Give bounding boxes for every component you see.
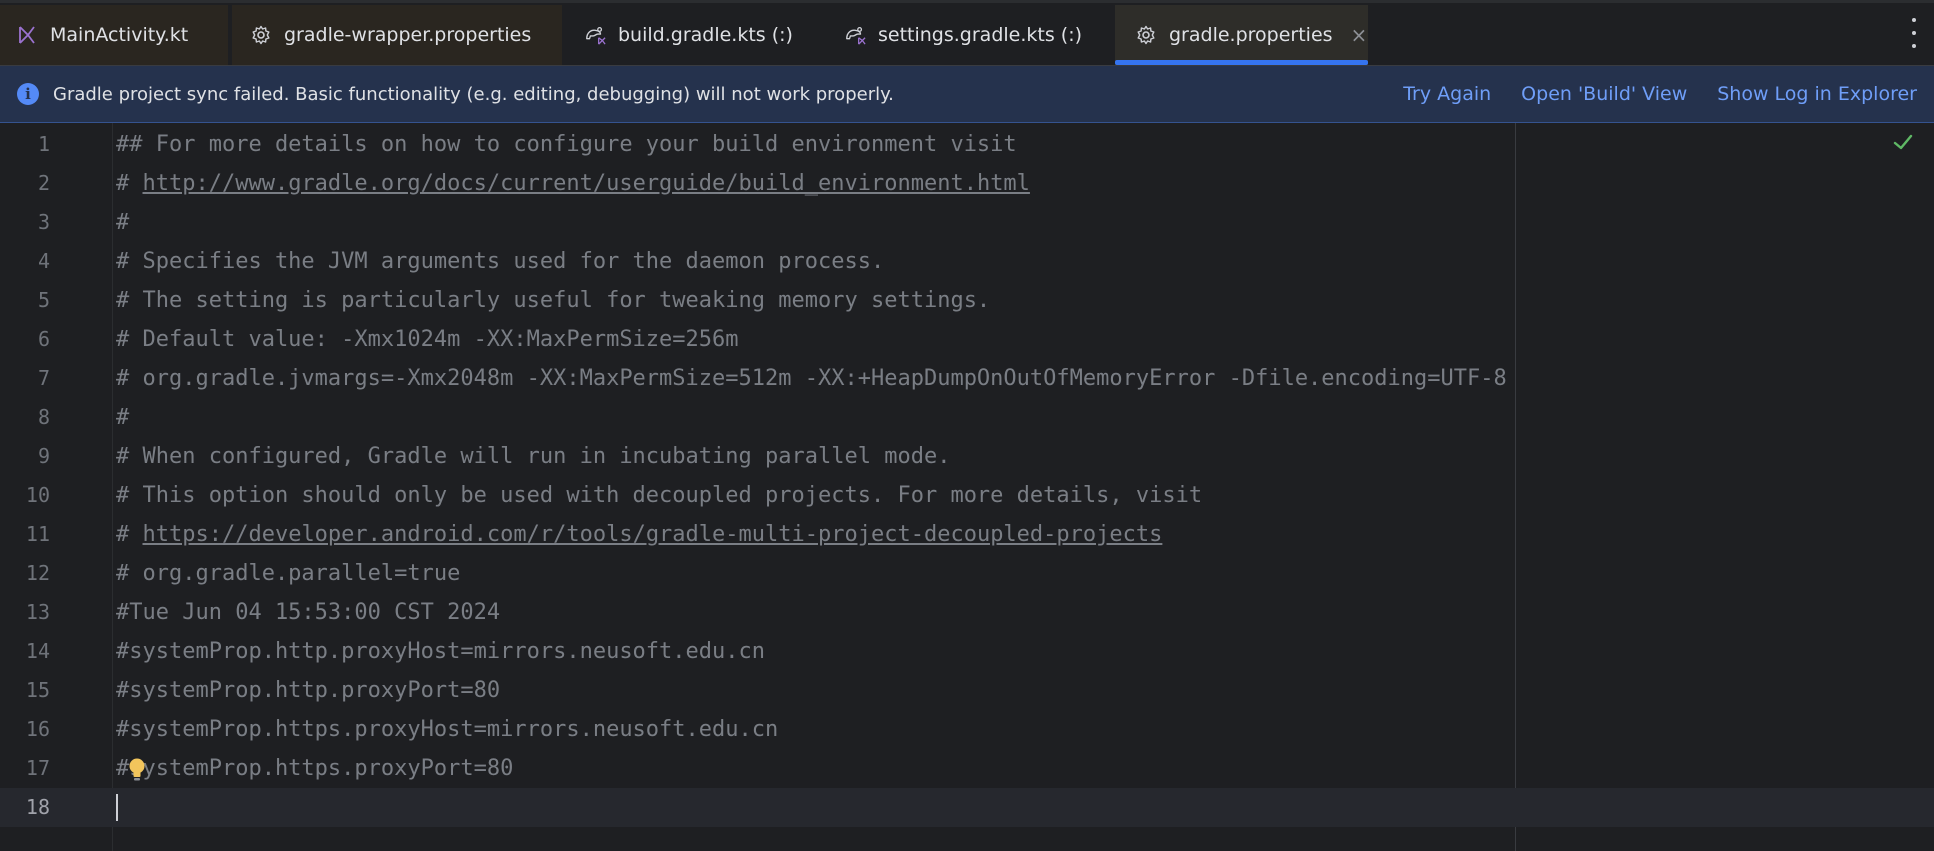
line-text: #Tue Jun 04 15:53:00 CST 2024 (116, 600, 501, 625)
line-number: 5 (37, 288, 50, 312)
gradle-kts-icon (844, 24, 866, 46)
line-number: 2 (37, 171, 50, 195)
tab-label: MainActivity.kt (50, 24, 189, 46)
line-number: 17 (25, 756, 50, 780)
line-text: # http://www.gradle.org/docs/current/use… (116, 164, 1030, 203)
code-line[interactable]: 8 # (0, 398, 1934, 437)
line-text: # org.gradle.parallel=true (116, 561, 461, 586)
line-number: 11 (25, 522, 50, 546)
tab-mainactivity-kt[interactable]: MainActivity.kt (0, 5, 228, 65)
gear-icon (250, 24, 272, 46)
line-number: 18 (25, 795, 50, 819)
line-number: 3 (37, 210, 50, 234)
line-number: 8 (37, 405, 50, 429)
line-text: #systemProp.http.proxyPort=80 (116, 678, 501, 703)
editor-tab-bar: MainActivity.kt gradle-wrapper.propertie… (0, 0, 1934, 66)
window-top-edge (0, 0, 1934, 3)
tab-label: gradle-wrapper.properties (284, 24, 532, 46)
code-line[interactable]: 9 # When configured, Gradle will run in i… (0, 437, 1934, 476)
active-tab-indicator (1115, 60, 1368, 65)
code-line[interactable]: 10 # This option should only be used with… (0, 476, 1934, 515)
line-number: 13 (25, 600, 50, 624)
code-line[interactable]: 4 # Specifies the JVM arguments used for … (0, 242, 1934, 281)
line-text: # (116, 210, 130, 235)
line-number: 16 (25, 717, 50, 741)
code-line[interactable]: 15 #systemProp.http.proxyPort=80 (0, 671, 1934, 710)
line-number: 10 (25, 483, 50, 507)
tab-build-gradle-kts[interactable]: build.gradle.kts (:) (570, 5, 830, 65)
code-line[interactable]: 18 (0, 788, 1934, 827)
gear-icon (1135, 24, 1157, 46)
line-text: # When configured, Gradle will run in in… (116, 444, 951, 469)
line-text: # (116, 405, 130, 430)
tab-label: gradle.properties (1169, 24, 1333, 46)
sync-failed-notification: i Gradle project sync failed. Basic func… (0, 66, 1934, 123)
line-number: 12 (25, 561, 50, 585)
line-number: 4 (37, 249, 50, 273)
line-text: #systemProp.http.proxyHost=mirrors.neuso… (116, 639, 766, 664)
line-text: ## For more details on how to configure … (116, 132, 1017, 157)
line-text: # The setting is particularly useful for… (116, 288, 991, 313)
code-line[interactable]: 17 #systemProp.https.proxyPort=80 (0, 749, 1934, 788)
url-link[interactable]: http://www.gradle.org/docs/current/userg… (143, 171, 1030, 196)
tab-gradle-wrapper-properties[interactable]: gradle-wrapper.properties (232, 5, 562, 65)
code-line[interactable]: 12 # org.gradle.parallel=true (0, 554, 1934, 593)
code-line[interactable]: 5 # The setting is particularly useful fo… (0, 281, 1934, 320)
code-line[interactable]: 3 # (0, 203, 1934, 242)
no-problems-check-icon[interactable] (1892, 131, 1914, 153)
line-text: #systemProp.https.proxyHost=mirrors.neus… (116, 717, 779, 742)
code-line[interactable]: 1 ## For more details on how to configure… (0, 125, 1934, 164)
code-line[interactable]: 16 #systemProp.https.proxyHost=mirrors.ne… (0, 710, 1934, 749)
kotlin-file-icon (16, 24, 38, 46)
code-line[interactable]: 14 #systemProp.http.proxyHost=mirrors.neu… (0, 632, 1934, 671)
tab-gradle-properties[interactable]: gradle.properties × (1115, 5, 1368, 65)
lightbulb-intention-icon[interactable] (126, 757, 148, 783)
code-editor[interactable]: 1 ## For more details on how to configure… (0, 123, 1934, 851)
comment-prefix: # (116, 522, 143, 547)
line-text: # Default value: -Xmx1024m -XX:MaxPermSi… (116, 327, 739, 352)
show-log-in-explorer-link[interactable]: Show Log in Explorer (1717, 83, 1917, 105)
code-line[interactable]: 11 # https://developer.android.com/r/tool… (0, 515, 1934, 554)
line-text: #systemProp.https.proxyPort=80 (116, 756, 514, 781)
code-line[interactable]: 6 # Default value: -Xmx1024m -XX:MaxPermS… (0, 320, 1934, 359)
line-number: 1 (37, 132, 50, 156)
line-number: 14 (25, 639, 50, 663)
close-tab-icon[interactable]: × (1351, 23, 1368, 47)
info-icon: i (17, 83, 39, 105)
url-link[interactable]: https://developer.android.com/r/tools/gr… (143, 522, 1163, 547)
gradle-kts-icon (584, 24, 606, 46)
line-text: # https://developer.android.com/r/tools/… (116, 515, 1162, 554)
notification-message: Gradle project sync failed. Basic functi… (53, 83, 894, 105)
line-number: 9 (37, 444, 50, 468)
comment-prefix: # (116, 171, 143, 196)
line-text: # org.gradle.jvmargs=-Xmx2048m -XX:MaxPe… (116, 366, 1507, 391)
notification-actions: Try Again Open 'Build' View Show Log in … (1373, 66, 1917, 122)
code-line[interactable]: 7 # org.gradle.jvmargs=-Xmx2048m -XX:MaxP… (0, 359, 1934, 398)
tab-label: build.gradle.kts (:) (618, 24, 793, 46)
try-again-link[interactable]: Try Again (1403, 83, 1491, 105)
line-number: 15 (25, 678, 50, 702)
tab-label: settings.gradle.kts (:) (878, 24, 1083, 46)
line-text: # This option should only be used with d… (116, 483, 1203, 508)
line-number: 6 (37, 327, 50, 351)
tab-settings-gradle-kts[interactable]: settings.gradle.kts (:) (830, 5, 1120, 65)
text-caret (116, 794, 118, 821)
line-text: # Specifies the JVM arguments used for t… (116, 249, 885, 274)
more-options-icon[interactable] (1906, 18, 1922, 48)
code-line[interactable]: 2 # http://www.gradle.org/docs/current/us… (0, 164, 1934, 203)
line-number: 7 (37, 366, 50, 390)
open-build-view-link[interactable]: Open 'Build' View (1521, 83, 1687, 105)
code-line[interactable]: 13 #Tue Jun 04 15:53:00 CST 2024 (0, 593, 1934, 632)
